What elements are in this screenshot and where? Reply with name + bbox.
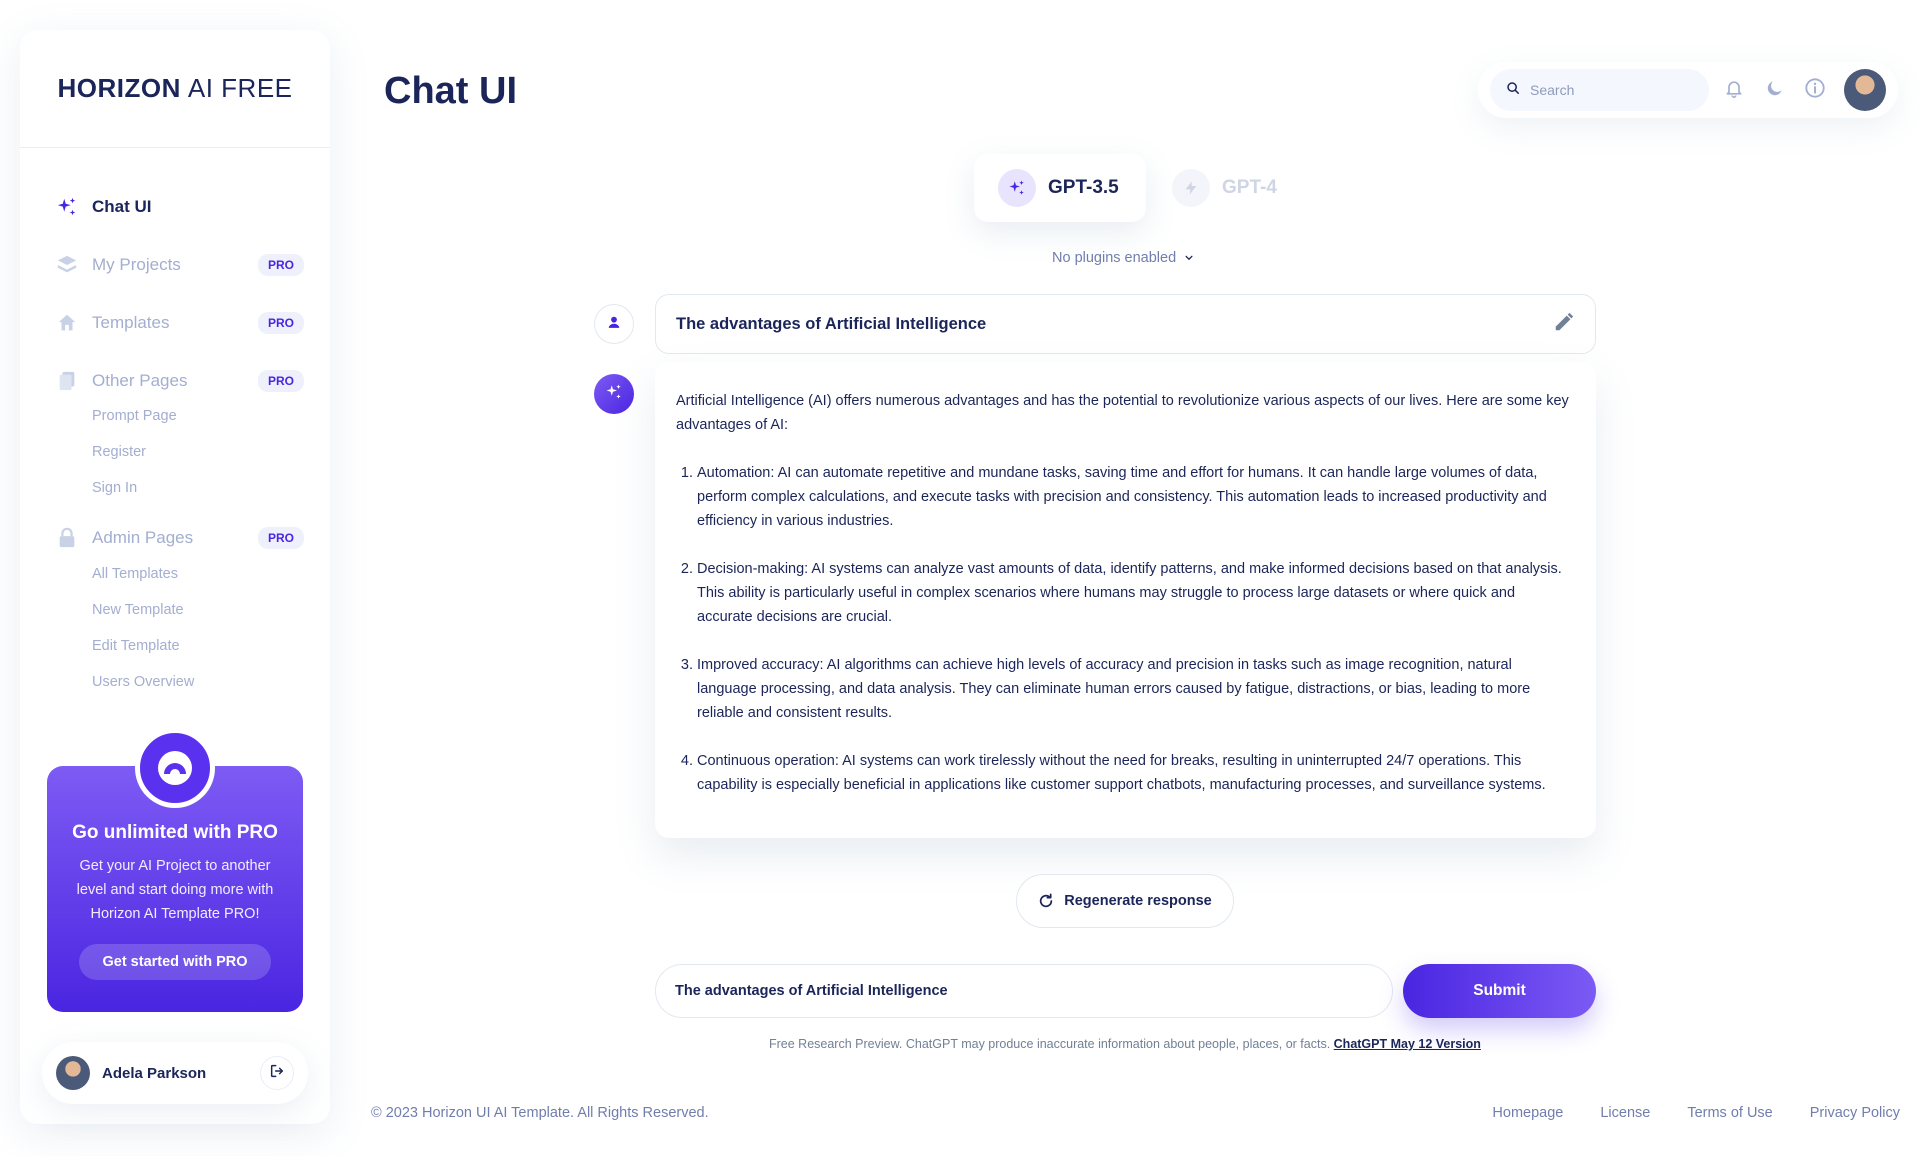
logo[interactable]: HORIZON AI FREE: [20, 30, 330, 148]
response-list: Automation: AI can automate repetitive a…: [676, 461, 1570, 797]
sidebar-item-label: My Projects: [92, 255, 181, 274]
documents-icon: [56, 370, 78, 392]
sidebar-item-my-projects[interactable]: My Projects PRO: [56, 248, 304, 282]
layers-icon: [56, 254, 78, 276]
search-placeholder: Search: [1530, 82, 1575, 98]
sidebar-subitem-register[interactable]: Register: [92, 444, 146, 460]
footer-link-license[interactable]: License: [1600, 1105, 1650, 1121]
page-title: Chat UI: [384, 70, 517, 112]
chat-input[interactable]: The advantages of Artificial Intelligenc…: [655, 964, 1393, 1018]
model-label: GPT-4: [1222, 177, 1277, 198]
profile-avatar[interactable]: [1844, 69, 1887, 111]
plugins-label: No plugins enabled: [1052, 250, 1177, 266]
response-point: Continuous operation: AI systems can wor…: [697, 749, 1570, 797]
sidebar-subitem-new-template[interactable]: New Template: [92, 602, 184, 618]
user-name: Adela Parkson: [102, 1064, 207, 1082]
plugins-dropdown[interactable]: No plugins enabled: [1052, 250, 1194, 266]
dark-mode-toggle[interactable]: [1760, 75, 1789, 105]
sidebar-item-templates[interactable]: Templates PRO: [56, 306, 304, 340]
pro-promo-card: Go unlimited with PRO Get your AI Projec…: [47, 728, 303, 1012]
info-icon: [1804, 77, 1826, 104]
sidebar-item-label: Admin Pages: [92, 528, 194, 547]
model-tab-gpt-3-5[interactable]: GPT-3.5: [974, 154, 1146, 222]
search-icon: [1506, 81, 1520, 100]
logout-button[interactable]: [260, 1056, 294, 1090]
search-input[interactable]: Search: [1490, 69, 1709, 111]
model-tab-gpt-4[interactable]: GPT-4: [1148, 154, 1301, 222]
sidebar-subitem-all-templates[interactable]: All Templates: [92, 566, 178, 582]
horizon-logo-icon: [135, 728, 215, 808]
chat-input-value: The advantages of Artificial Intelligenc…: [675, 983, 948, 999]
sidebar-item-chat-ui[interactable]: Chat UI: [56, 190, 304, 224]
promo-title: Go unlimited with PRO: [72, 822, 278, 843]
regenerate-response-button[interactable]: Regenerate response: [1016, 874, 1234, 928]
get-started-pro-button[interactable]: Get started with PRO: [79, 944, 271, 980]
moon-icon: [1765, 78, 1785, 103]
response-intro: Artificial Intelligence (AI) offers nume…: [676, 393, 1569, 433]
pro-badge: PRO: [257, 254, 304, 276]
user-card: Adela Parkson: [42, 1042, 308, 1104]
promo-text: Get your AI Project to another level and…: [76, 858, 274, 922]
copyright: © 2023 Horizon UI AI Template. All Right…: [371, 1105, 709, 1121]
logo-bold: HORIZON: [57, 73, 181, 103]
disclaimer-text: Free Research Preview. ChatGPT may produ…: [769, 1037, 1331, 1051]
model-label: GPT-3.5: [1048, 177, 1119, 198]
logo-light: AI FREE: [187, 73, 293, 103]
sidebar: HORIZON AI FREE Chat UI My Projects PRO …: [20, 30, 330, 1124]
sidebar-subitem-sign-in[interactable]: Sign In: [92, 480, 137, 496]
footer-link-terms[interactable]: Terms of Use: [1687, 1105, 1772, 1121]
pro-badge: PRO: [257, 370, 304, 392]
user-prompt-message: The advantages of Artificial Intelligenc…: [655, 294, 1596, 354]
user-icon: [607, 315, 621, 334]
sidebar-item-other-pages[interactable]: Other Pages PRO: [56, 364, 304, 398]
bell-icon: [1724, 78, 1744, 103]
ai-message-avatar: [594, 374, 634, 414]
footer-links: Homepage License Terms of Use Privacy Po…: [1455, 1105, 1900, 1121]
footer-link-homepage[interactable]: Homepage: [1492, 1105, 1563, 1121]
home-icon: [56, 312, 78, 334]
logout-icon: [269, 1063, 285, 1084]
prompt-text: The advantages of Artificial Intelligenc…: [676, 314, 987, 333]
chevron-down-icon: [1184, 253, 1194, 263]
pro-badge: PRO: [257, 527, 304, 549]
sidebar-item-label: Templates: [92, 313, 170, 332]
pro-badge: PRO: [257, 312, 304, 334]
response-point: Automation: AI can automate repetitive a…: [697, 461, 1570, 533]
lock-icon: [56, 527, 78, 549]
sidebar-subitem-prompt-page[interactable]: Prompt Page: [92, 408, 177, 424]
sidebar-item-label: Other Pages: [92, 371, 188, 390]
top-toolbar: Search: [1478, 62, 1898, 118]
avatar[interactable]: [56, 1056, 90, 1090]
sparkles-icon: [998, 169, 1036, 207]
sidebar-subitem-edit-template[interactable]: Edit Template: [92, 638, 180, 654]
footer-link-privacy[interactable]: Privacy Policy: [1810, 1105, 1900, 1121]
edit-prompt-button[interactable]: [1553, 311, 1575, 338]
info-button[interactable]: [1801, 75, 1830, 105]
user-message-avatar: [594, 304, 634, 344]
sparkles-icon: [605, 383, 623, 406]
regenerate-label: Regenerate response: [1064, 893, 1212, 909]
sidebar-item-label: Chat UI: [92, 197, 152, 216]
chatgpt-version-link[interactable]: ChatGPT May 12 Version: [1334, 1037, 1481, 1051]
ai-response-message: Artificial Intelligence (AI) offers nume…: [655, 362, 1596, 838]
pencil-icon: [1553, 311, 1575, 338]
sidebar-subitem-users-overview[interactable]: Users Overview: [92, 674, 194, 690]
bolt-icon: [1172, 169, 1210, 207]
disclaimer: Free Research Preview. ChatGPT may produ…: [769, 1037, 1481, 1051]
refresh-icon: [1038, 893, 1054, 909]
submit-button[interactable]: Submit: [1403, 964, 1596, 1018]
response-point: Improved accuracy: AI algorithms can ach…: [697, 653, 1570, 725]
sidebar-item-admin-pages[interactable]: Admin Pages PRO: [56, 521, 304, 555]
sparkles-icon: [56, 196, 78, 218]
response-point: Decision-making: AI systems can analyze …: [697, 557, 1570, 629]
notifications-button[interactable]: [1720, 75, 1749, 105]
